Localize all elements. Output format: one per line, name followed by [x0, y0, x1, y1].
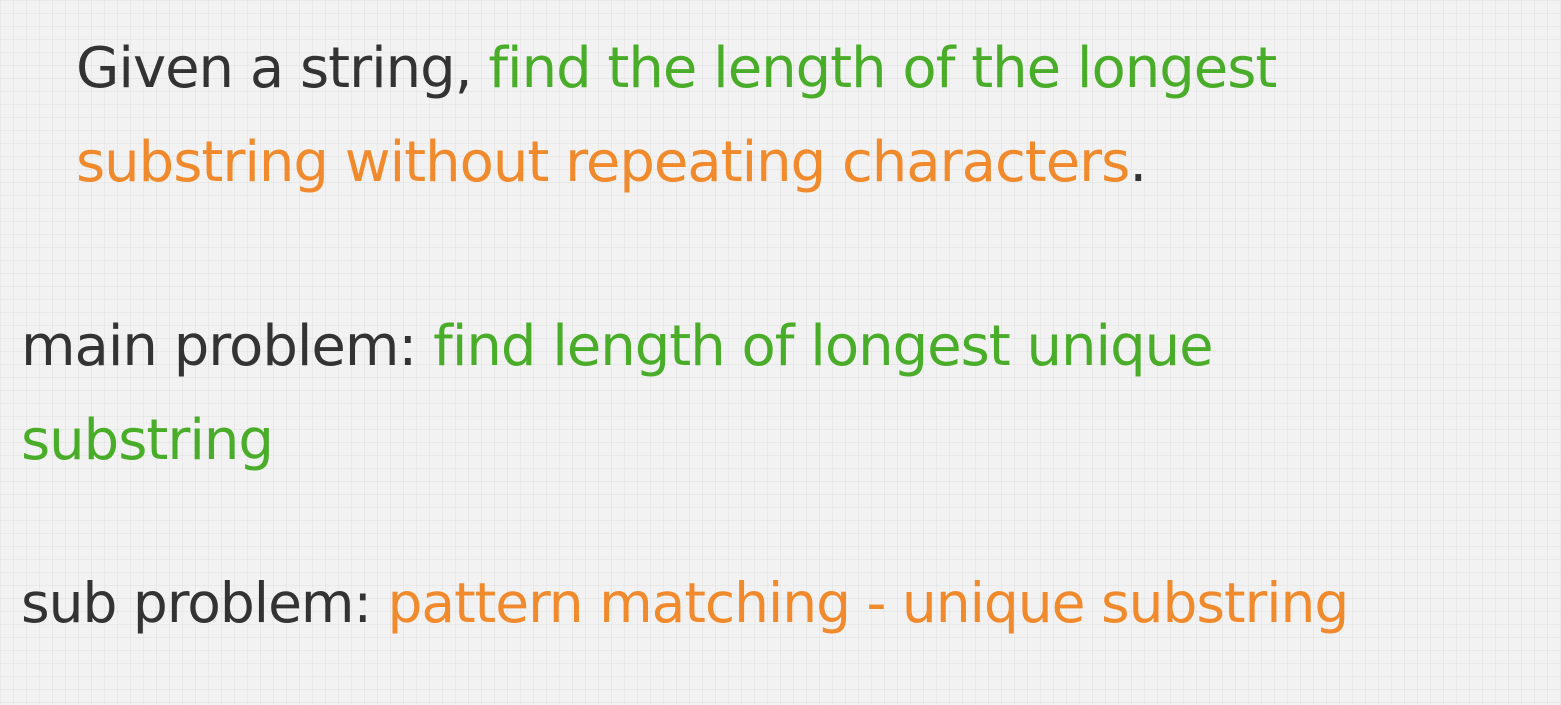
statement-highlight-orange: substring without repeating characters — [76, 130, 1130, 195]
statement-highlight-green: find the length of the longest — [488, 36, 1277, 101]
main-problem-label: main problem: — [21, 314, 434, 379]
slide: { "colors": { "text": "#333333", "green"… — [0, 0, 1561, 705]
problem-statement: Given a string, find the length of the l… — [76, 22, 1476, 210]
sub-problem-value: pattern matching - unique substring — [387, 571, 1350, 635]
sub-problem-label: sub problem: — [21, 571, 388, 635]
statement-prefix: Given a string, — [76, 36, 489, 101]
sub-problem: sub problem: pattern matching - unique s… — [21, 556, 1561, 650]
statement-suffix: . — [1129, 130, 1147, 195]
main-problem: main problem: find length of longest uni… — [21, 300, 1461, 488]
